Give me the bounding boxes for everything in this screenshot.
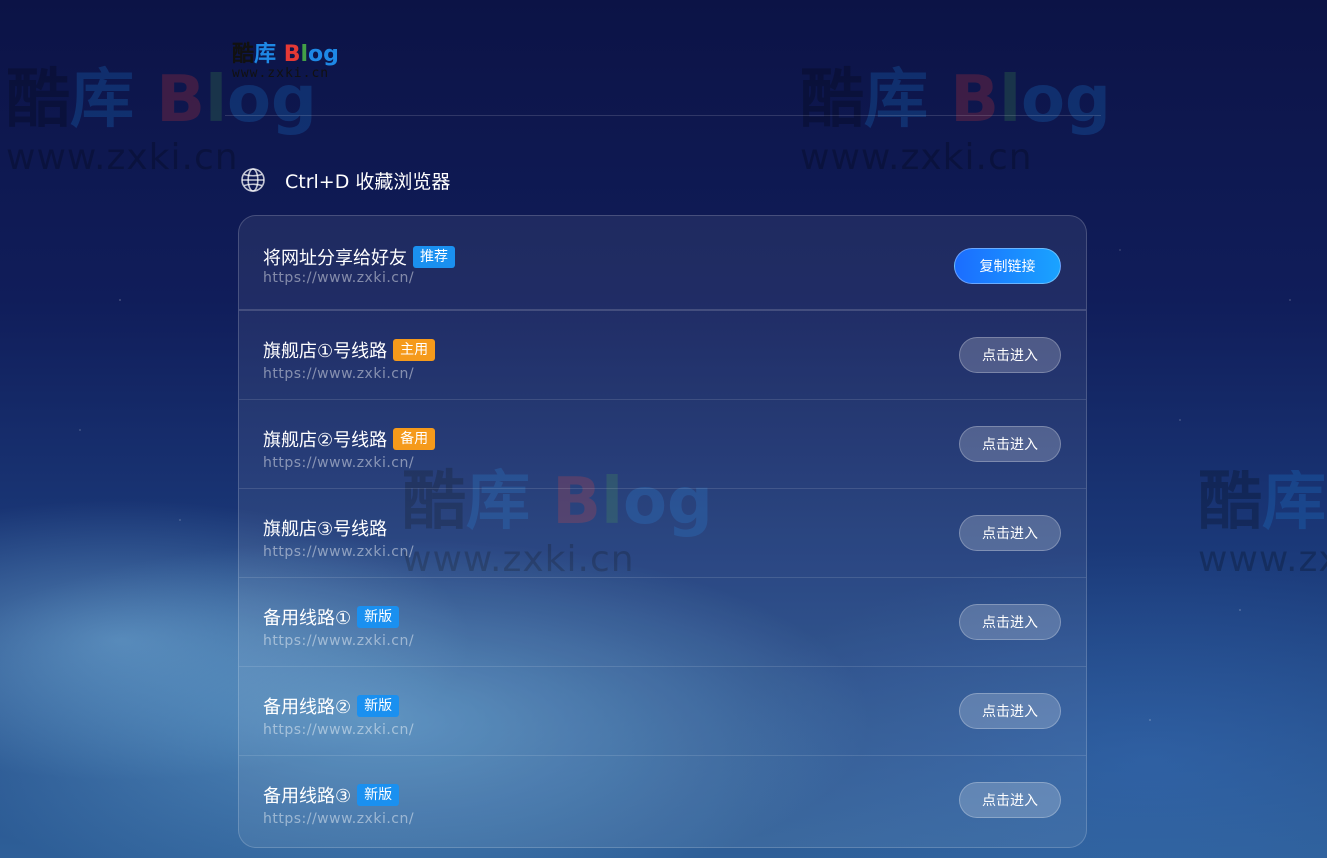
bookmark-hint: Ctrl+D 收藏浏览器 bbox=[240, 166, 450, 194]
row-title: 备用线路① 新版 bbox=[263, 604, 400, 630]
watermark: 酷库 Blog www.zxki.cn bbox=[6, 63, 317, 178]
row-title-text: 旗舰店①号线路 bbox=[263, 341, 388, 362]
enter-button[interactable]: 点击进入 bbox=[959, 693, 1061, 729]
enter-button[interactable]: 点击进入 bbox=[959, 337, 1061, 373]
list-item: 备用线路③ 新版 https://www.zxki.cn/ 点击进入 bbox=[239, 756, 1086, 845]
status-badge: 备用 bbox=[393, 428, 436, 450]
row-title-text: 备用线路① bbox=[263, 608, 352, 629]
row-title: 旗舰店③号线路 bbox=[263, 515, 387, 541]
site-logo[interactable]: 酷库 Blog www.zxki.cn bbox=[232, 44, 339, 81]
row-title: 旗舰店①号线路 主用 bbox=[263, 337, 436, 363]
row-title-text: 旗舰店②号线路 bbox=[263, 430, 388, 451]
enter-button[interactable]: 点击进入 bbox=[959, 604, 1061, 640]
row-title: 备用线路② 新版 bbox=[263, 693, 400, 719]
status-badge: 新版 bbox=[357, 606, 400, 628]
watermark: 酷库 www.zxki.cn bbox=[1198, 470, 1327, 578]
copy-link-button[interactable]: 复制链接 bbox=[954, 248, 1061, 284]
list-item: 将网址分享给好友 推荐 https://www.zxki.cn/ 复制链接 bbox=[239, 216, 1086, 311]
links-panel: 将网址分享给好友 推荐 https://www.zxki.cn/ 复制链接 旗舰… bbox=[238, 215, 1087, 848]
status-badge: 新版 bbox=[357, 695, 400, 717]
row-title-text: 备用线路③ bbox=[263, 786, 352, 807]
row-title-text: 备用线路② bbox=[263, 697, 352, 718]
row-title-text: 将网址分享给好友 bbox=[263, 248, 407, 269]
row-url: https://www.zxki.cn/ bbox=[263, 811, 415, 827]
list-item: 旗舰店①号线路 主用 https://www.zxki.cn/ 点击进入 bbox=[239, 311, 1086, 400]
logo-url: www.zxki.cn bbox=[232, 66, 330, 81]
row-url: https://www.zxki.cn/ bbox=[263, 270, 415, 286]
list-item: 旗舰店③号线路 https://www.zxki.cn/ 点击进入 bbox=[239, 489, 1086, 578]
watermark: 酷库 Blog www.zxki.cn bbox=[800, 63, 1111, 178]
row-title: 旗舰店②号线路 备用 bbox=[263, 426, 436, 452]
enter-button[interactable]: 点击进入 bbox=[959, 426, 1061, 462]
row-title: 将网址分享给好友 推荐 bbox=[263, 244, 455, 270]
enter-button[interactable]: 点击进入 bbox=[959, 515, 1061, 551]
row-url: https://www.zxki.cn/ bbox=[263, 722, 415, 738]
list-item: 备用线路① 新版 https://www.zxki.cn/ 点击进入 bbox=[239, 578, 1086, 667]
row-url: https://www.zxki.cn/ bbox=[263, 633, 415, 649]
globe-icon bbox=[240, 167, 266, 193]
list-item: 备用线路② 新版 https://www.zxki.cn/ 点击进入 bbox=[239, 667, 1086, 756]
bookmark-text: Ctrl+D 收藏浏览器 bbox=[285, 170, 451, 193]
status-badge: 主用 bbox=[393, 339, 436, 361]
row-url: https://www.zxki.cn/ bbox=[263, 544, 415, 560]
enter-button[interactable]: 点击进入 bbox=[959, 782, 1061, 818]
list-item: 旗舰店②号线路 备用 https://www.zxki.cn/ 点击进入 bbox=[239, 400, 1086, 489]
row-url: https://www.zxki.cn/ bbox=[263, 455, 415, 471]
row-title: 备用线路③ 新版 bbox=[263, 782, 400, 808]
status-badge: 推荐 bbox=[413, 246, 455, 268]
header-divider bbox=[225, 115, 1101, 116]
row-url: https://www.zxki.cn/ bbox=[263, 366, 415, 382]
status-badge: 新版 bbox=[357, 784, 400, 806]
row-title-text: 旗舰店③号线路 bbox=[263, 519, 388, 540]
